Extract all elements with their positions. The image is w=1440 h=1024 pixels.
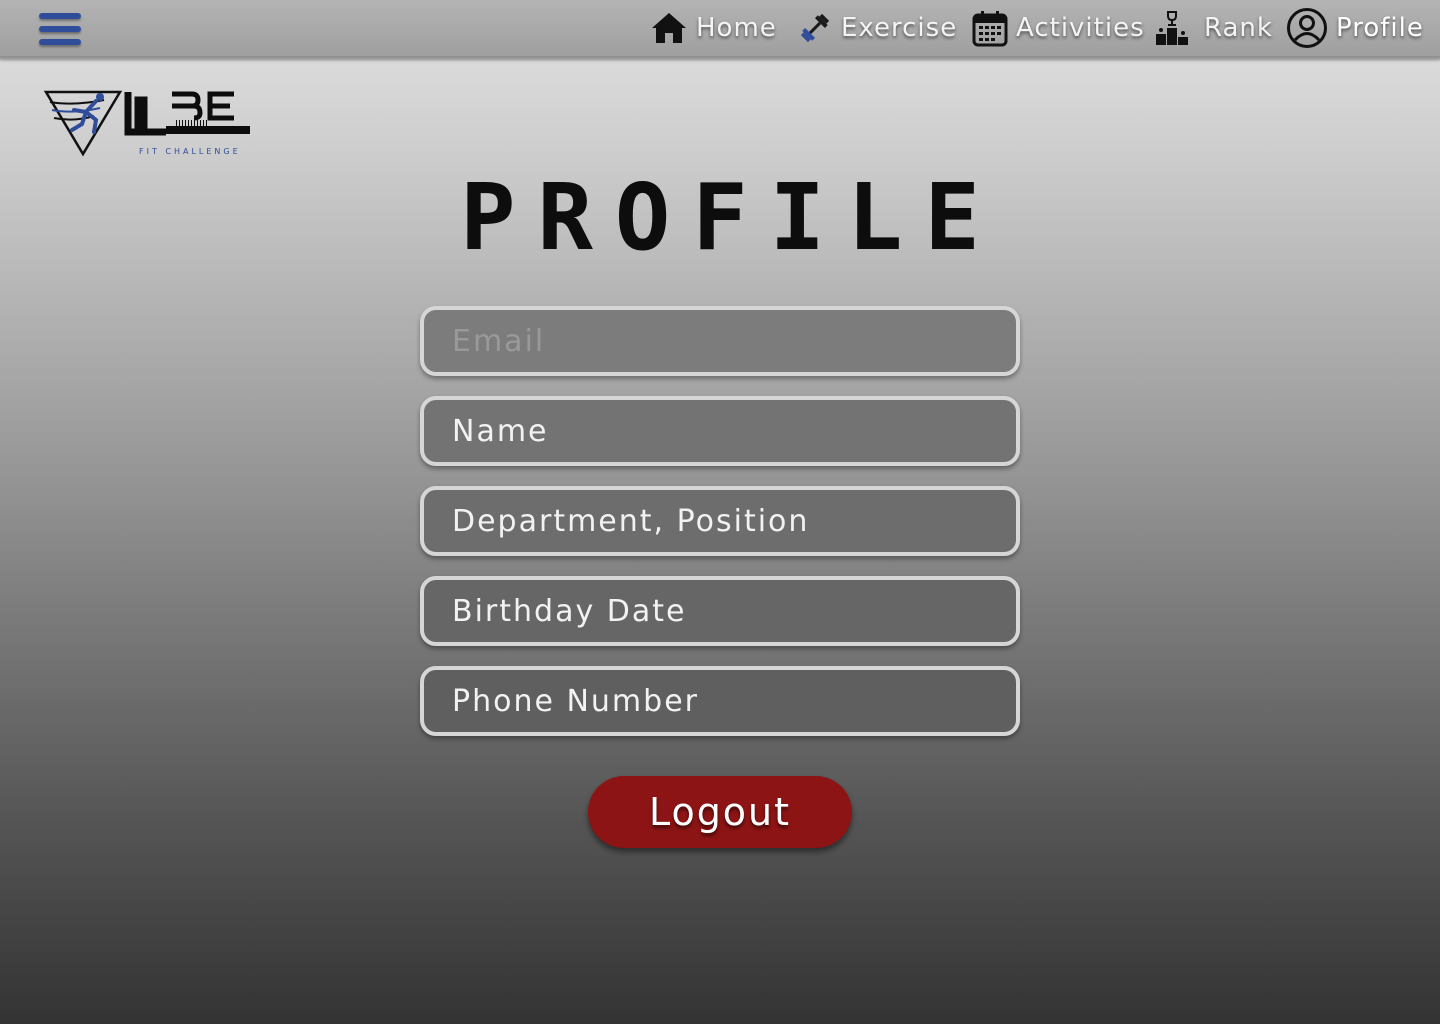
nav-item-profile[interactable]: Profile — [1286, 8, 1424, 48]
phone-number-field[interactable] — [420, 666, 1020, 736]
podium-icon — [1156, 11, 1188, 45]
dumbbell-icon — [800, 13, 830, 43]
nav-label-home: Home — [696, 13, 777, 43]
phone-number-input[interactable] — [452, 670, 1016, 732]
name-field[interactable] — [420, 396, 1020, 466]
nav-label-rank: Rank — [1204, 13, 1273, 43]
hamburger-line — [39, 26, 81, 32]
nav-label-exercise: Exercise — [841, 13, 958, 43]
nav-item-rank[interactable]: Rank — [1154, 8, 1273, 48]
home-icon — [652, 13, 686, 43]
top-nav-bar: Home Exercise Activities Rank Profile — [0, 0, 1440, 62]
hamburger-line — [39, 39, 81, 45]
hamburger-menu-icon[interactable] — [39, 13, 81, 45]
name-input[interactable] — [452, 400, 1016, 462]
nav-item-exercise[interactable]: Exercise — [797, 8, 957, 48]
department-position-field[interactable] — [420, 486, 1020, 556]
birthday-date-input[interactable] — [452, 580, 1016, 642]
nav-label-activities: Activities — [1016, 13, 1145, 43]
birthday-date-field[interactable] — [420, 576, 1020, 646]
email-field[interactable] — [420, 306, 1020, 376]
ube-fit-challenge-logo: FIT CHALLENGE — [43, 88, 254, 160]
user-circle-icon — [1287, 8, 1327, 48]
nav-label-profile: Profile — [1336, 13, 1424, 43]
department-position-input[interactable] — [452, 490, 1016, 552]
page-title: PROFILE — [460, 164, 1002, 271]
nav-item-activities[interactable]: Activities — [972, 8, 1145, 48]
calendar-icon — [972, 11, 1008, 47]
nav-item-home[interactable]: Home — [650, 8, 777, 48]
hamburger-line — [39, 13, 81, 19]
logo-tagline: FIT CHALLENGE — [139, 147, 241, 156]
logout-button[interactable]: Logout — [588, 776, 852, 848]
email-input[interactable] — [452, 310, 1016, 372]
